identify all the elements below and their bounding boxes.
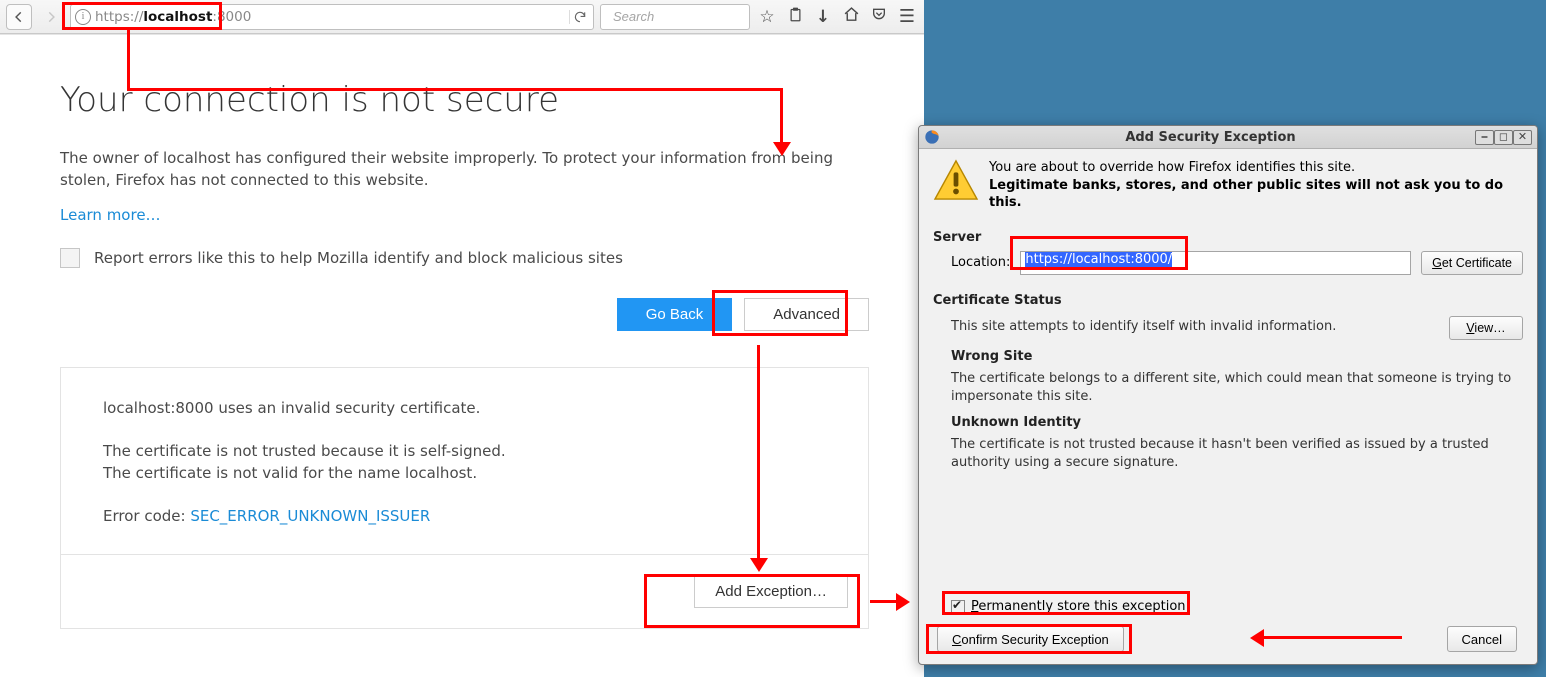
report-checkbox[interactable]: [60, 248, 80, 268]
unknown-identity-text: The certificate is not trusted because i…: [951, 436, 1523, 471]
url-text: https://localhost:8000: [95, 9, 565, 25]
hamburger-menu-icon[interactable]: ☰: [896, 6, 918, 27]
location-row: Location: https://localhost:8000/ Get Ce…: [933, 251, 1523, 275]
error-description: The owner of localhost has configured th…: [60, 148, 869, 192]
download-icon[interactable]: ↓: [812, 7, 834, 27]
pocket-icon[interactable]: [868, 6, 890, 27]
url-bar[interactable]: i https://localhost:8000: [70, 4, 594, 30]
back-button[interactable]: [6, 4, 32, 30]
dialog-titlebar[interactable]: Add Security Exception ⎯ ◻ ✕: [919, 126, 1537, 149]
bookmark-star-icon[interactable]: ☆: [756, 7, 778, 27]
cert-status-text: This site attempts to identify itself wi…: [951, 318, 1439, 336]
certificate-footer: Add Exception…: [60, 555, 869, 629]
clipboard-icon[interactable]: [784, 6, 806, 28]
advanced-button[interactable]: Advanced: [744, 298, 869, 331]
arrow-left-icon: [12, 10, 26, 24]
minimize-button[interactable]: ⎯: [1475, 130, 1494, 145]
page-title: Your connection is not secure: [60, 80, 869, 120]
home-icon[interactable]: [840, 6, 862, 28]
warning-row: You are about to override how Firefox id…: [933, 159, 1523, 212]
cert-line-2: The certificate is not trusted because i…: [103, 441, 826, 463]
cert-status-heading: Certificate Status: [933, 293, 1062, 308]
reload-icon: [573, 10, 587, 24]
error-page: Your connection is not secure The owner …: [0, 34, 924, 677]
cancel-button[interactable]: Cancel: [1447, 626, 1517, 652]
window-controls: ⎯ ◻ ✕: [1475, 130, 1532, 145]
site-info-icon[interactable]: i: [75, 9, 91, 25]
permanent-row: Permanently store this exception: [951, 599, 1523, 614]
browser-toolbar: i https://localhost:8000 ☆ ↓ ☰: [0, 0, 924, 34]
dialog-body: You are about to override how Firefox id…: [919, 149, 1537, 664]
confirm-button[interactable]: Confirm Security Exception: [937, 626, 1124, 652]
action-buttons: Go Back Advanced: [60, 298, 869, 331]
reload-button[interactable]: [569, 10, 589, 24]
firefox-icon: [924, 129, 940, 145]
forward-button[interactable]: [38, 4, 64, 30]
learn-more-link[interactable]: Learn more…: [60, 206, 161, 224]
get-certificate-button[interactable]: Get Certificate: [1421, 251, 1523, 275]
warning-icon: [933, 159, 979, 201]
view-certificate-button[interactable]: View…: [1449, 316, 1523, 340]
wrong-site-heading: Wrong Site: [951, 349, 1523, 364]
dialog-title: Add Security Exception: [946, 130, 1475, 145]
server-heading: Server: [933, 230, 1523, 245]
warning-line2: Legitimate banks, stores, and other publ…: [989, 177, 1523, 212]
arrow-right-icon: [44, 10, 58, 24]
permanent-label: Permanently store this exception: [971, 599, 1186, 614]
firefox-window: i https://localhost:8000 ☆ ↓ ☰ Your conn…: [0, 0, 924, 677]
security-exception-dialog: Add Security Exception ⎯ ◻ ✕ You are abo…: [918, 125, 1538, 665]
location-label: Location:: [951, 255, 1010, 270]
cert-status-section: Certificate Status This site attempts to…: [933, 289, 1523, 482]
cert-error-code: Error code: SEC_ERROR_UNKNOWN_ISSUER: [103, 506, 826, 528]
maximize-button[interactable]: ◻: [1494, 130, 1513, 145]
certificate-details: localhost:8000 uses an invalid security …: [60, 367, 869, 556]
dialog-footer: Confirm Security Exception Cancel: [933, 626, 1523, 652]
report-label: Report errors like this to help Mozilla …: [94, 249, 623, 267]
permanent-checkbox[interactable]: [951, 600, 965, 614]
close-button[interactable]: ✕: [1513, 130, 1532, 145]
cert-line-3: The certificate is not valid for the nam…: [103, 463, 826, 485]
wrong-site-text: The certificate belongs to a different s…: [951, 370, 1523, 405]
location-input[interactable]: https://localhost:8000/: [1020, 251, 1411, 275]
go-back-button[interactable]: Go Back: [617, 298, 733, 331]
add-exception-button[interactable]: Add Exception…: [694, 575, 848, 608]
report-errors-row: Report errors like this to help Mozilla …: [60, 248, 869, 268]
search-box[interactable]: [600, 4, 750, 30]
cert-line-1: localhost:8000 uses an invalid security …: [103, 398, 826, 420]
server-section: Server Location: https://localhost:8000/…: [933, 226, 1523, 285]
warning-line1: You are about to override how Firefox id…: [989, 159, 1523, 177]
unknown-identity-heading: Unknown Identity: [951, 415, 1523, 430]
